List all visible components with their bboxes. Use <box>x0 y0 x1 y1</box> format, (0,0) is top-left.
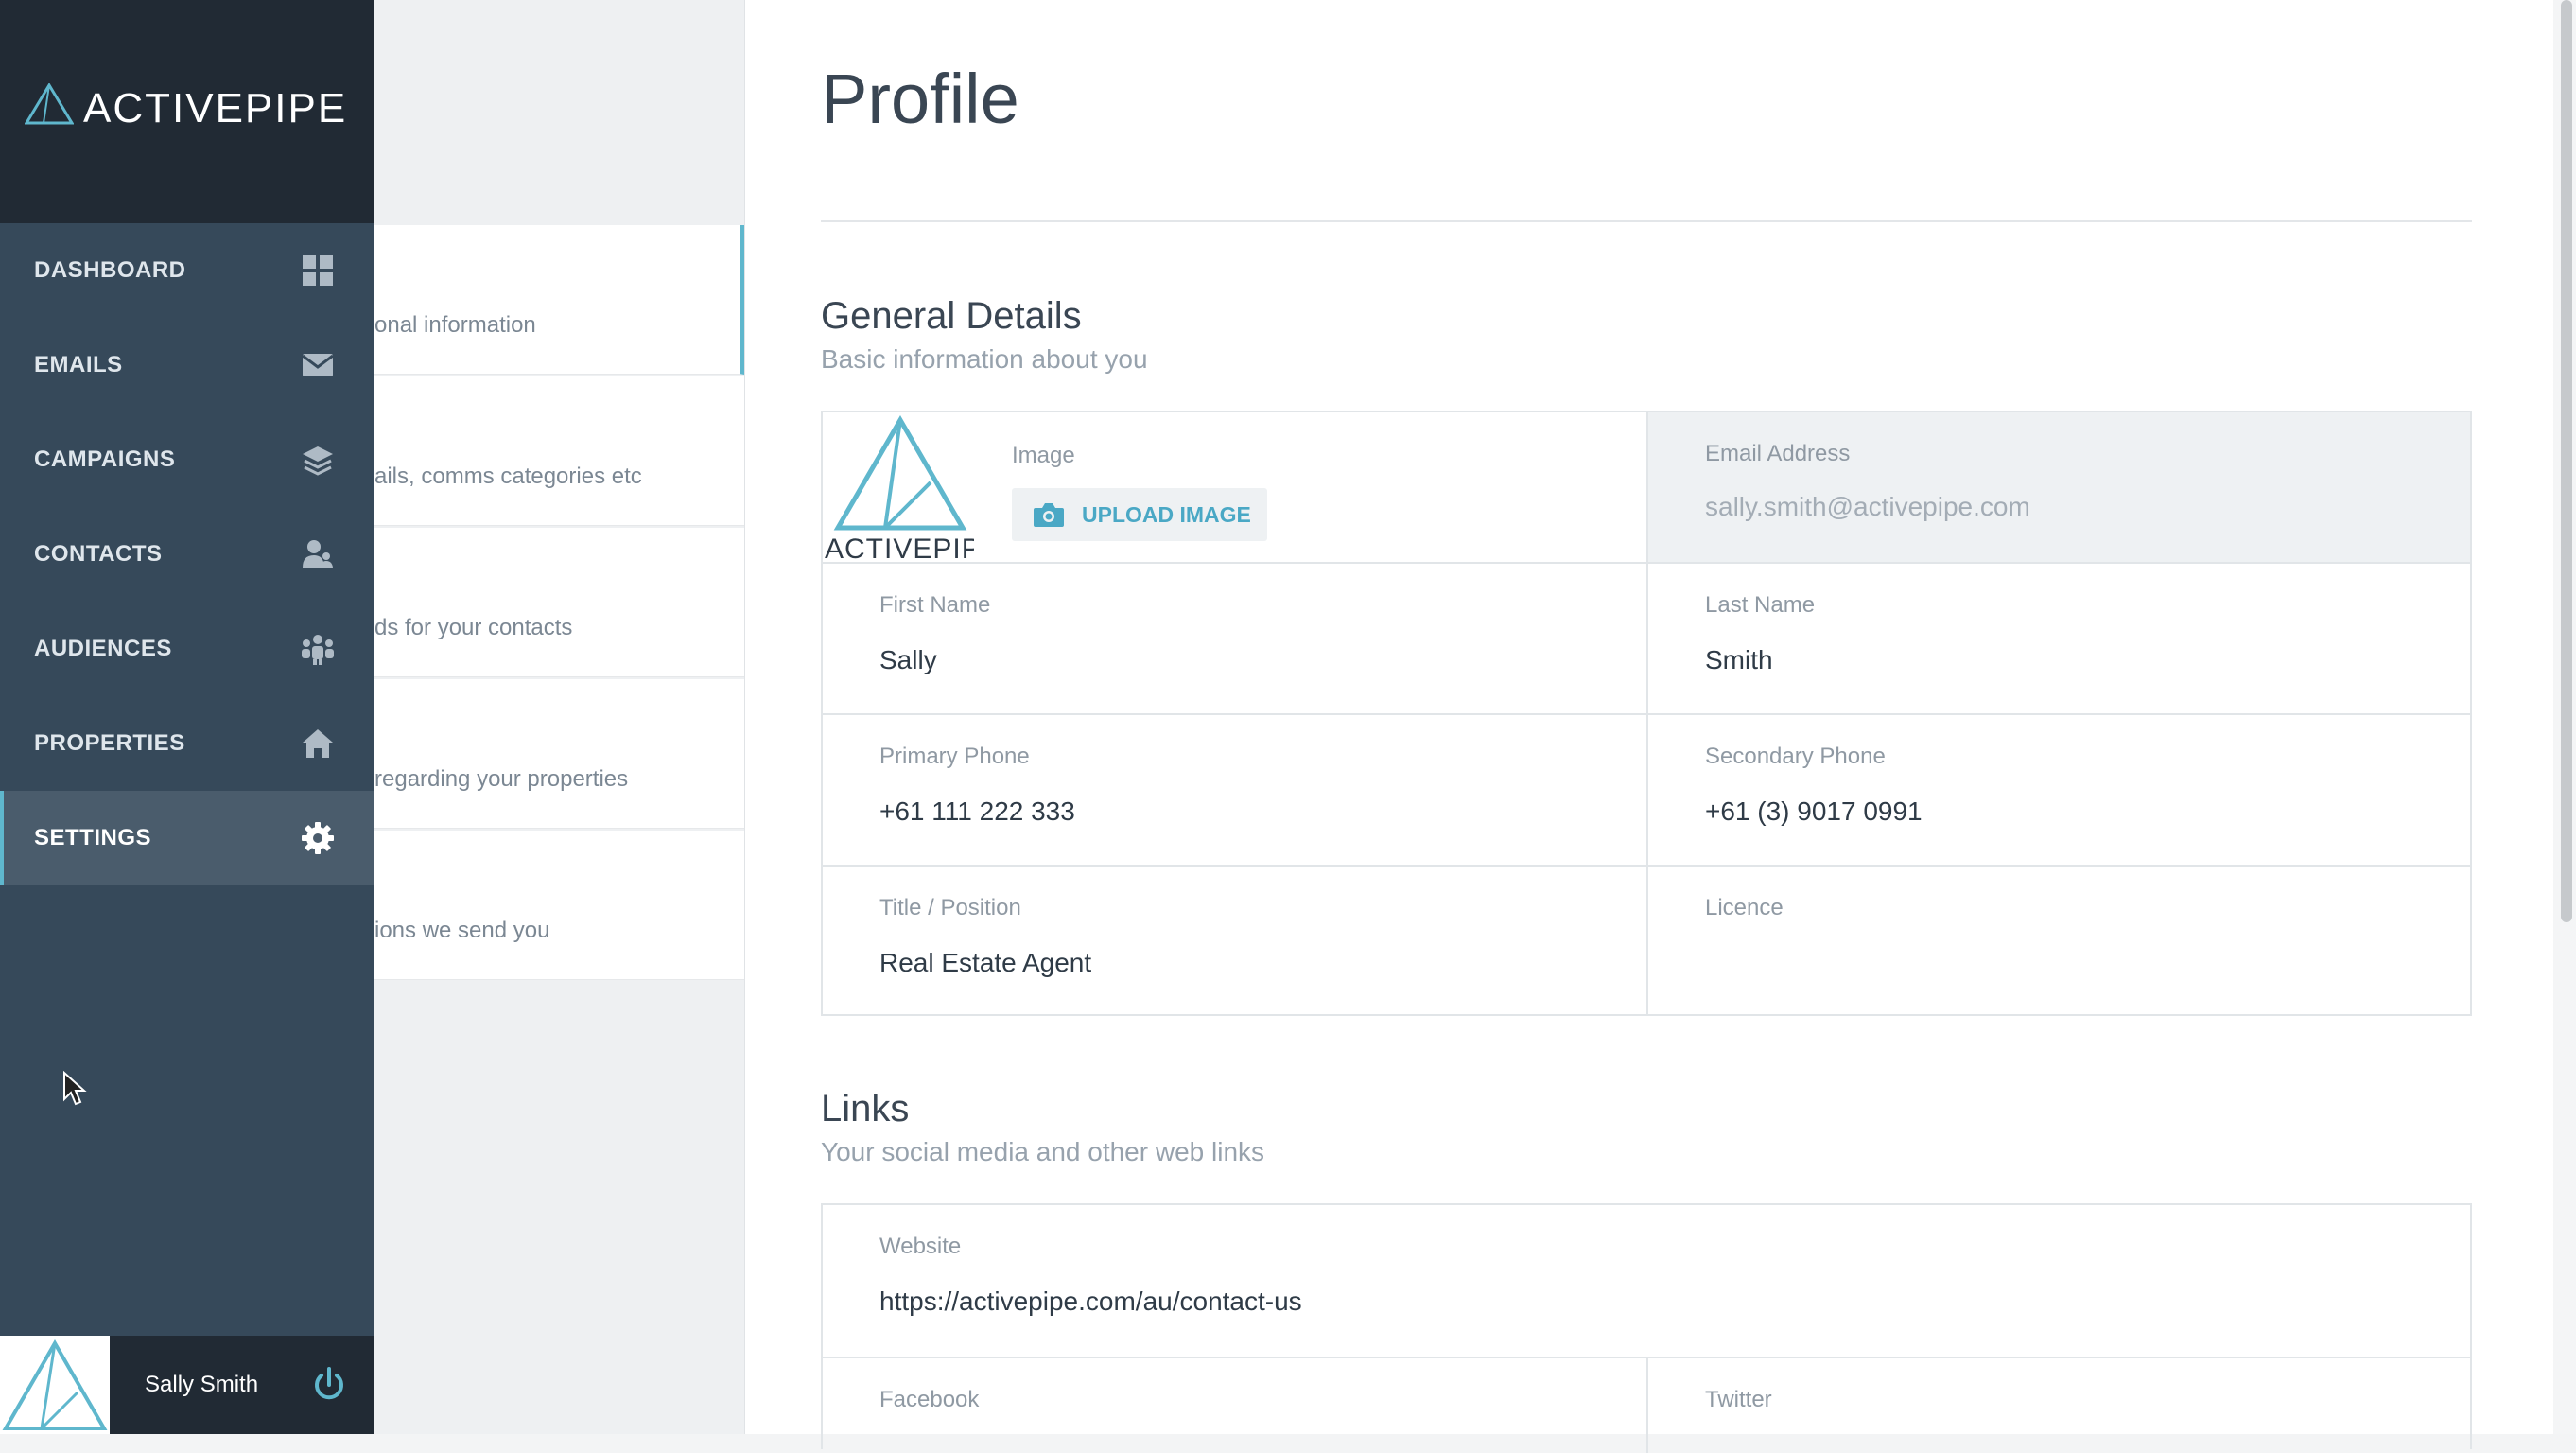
divider <box>821 220 2472 222</box>
upload-image-button[interactable]: UPLOAD IMAGE <box>1012 488 1267 541</box>
subnav-item-desc: ails, comms categories etc <box>374 464 642 489</box>
audience-icon <box>302 635 334 665</box>
scrollbar-thumb[interactable] <box>2561 0 2572 922</box>
subnav-item-contacts[interactable]: ds for your contacts <box>374 528 744 677</box>
website-field[interactable]: Website https://activepipe.com/au/contac… <box>823 1205 2470 1358</box>
links-form: Website https://activepipe.com/au/contac… <box>821 1203 2472 1453</box>
secondary-phone-field[interactable]: Secondary Phone +61 (3) 9017 0991 <box>1648 715 2470 867</box>
nav-item-contacts[interactable]: CONTACTS <box>0 507 374 602</box>
section-title-links: Links <box>821 1088 910 1129</box>
website-value[interactable]: https://activepipe.com/au/contact-us <box>879 1287 1302 1317</box>
section-subtitle-links: Your social media and other web links <box>821 1137 1265 1166</box>
profile-main: Profile General Details Basic informatio… <box>745 0 2553 1453</box>
licence-label: Licence <box>1705 895 1784 920</box>
licence-field[interactable]: Licence <box>1648 867 2470 1014</box>
page-title: Profile <box>821 60 1019 138</box>
home-icon <box>303 729 333 758</box>
gear-icon <box>302 822 334 854</box>
layers-icon <box>303 446 333 476</box>
website-label: Website <box>879 1234 962 1259</box>
subnav-item-desc: regarding your properties <box>374 766 629 792</box>
nav-label: AUDIENCES <box>34 636 172 661</box>
grid-icon <box>303 255 333 286</box>
activepipe-logo-icon <box>2 1339 108 1430</box>
subnav-item-properties[interactable]: regarding your properties <box>374 679 744 829</box>
email-field: Email Address sally.smith@activepipe.com <box>1648 412 2470 564</box>
nav-label: CAMPAIGNS <box>34 446 176 472</box>
user-bar: Sally Smith <box>0 1336 374 1434</box>
facebook-field[interactable]: Facebook <box>823 1358 1648 1453</box>
contacts-icon <box>303 540 333 568</box>
envelope-icon <box>302 354 334 376</box>
image-label: Image <box>1012 443 1075 468</box>
primary-phone-label: Primary Phone <box>879 744 1030 769</box>
upload-image-label: UPLOAD IMAGE <box>1082 501 1251 527</box>
user-name: Sally Smith <box>145 1372 259 1397</box>
twitter-field[interactable]: Twitter <box>1648 1358 2470 1453</box>
avatar[interactable] <box>0 1336 110 1434</box>
nav-label: DASHBOARD <box>34 257 186 283</box>
nav-item-settings[interactable]: SETTINGS <box>0 791 374 885</box>
nav-item-campaigns[interactable]: CAMPAIGNS <box>0 412 374 507</box>
title-position-value[interactable]: Real Estate Agent <box>879 948 1091 978</box>
subnav-item-desc: ds for your contacts <box>374 615 573 640</box>
secondary-phone-label: Secondary Phone <box>1705 744 1886 769</box>
last-name-label: Last Name <box>1705 592 1816 618</box>
svg-text:ACTIVEPIPΞ: ACTIVEPIPΞ <box>825 534 974 562</box>
section-title-general: General Details <box>821 295 1082 337</box>
nav-label: PROPERTIES <box>34 730 185 756</box>
nav-label: EMAILS <box>34 352 123 377</box>
first-name-label: First Name <box>879 592 991 618</box>
nav-item-audiences[interactable]: AUDIENCES <box>0 602 374 696</box>
activepipe-logo-icon <box>25 83 74 125</box>
nav-item-properties[interactable]: PROPERTIES <box>0 696 374 791</box>
nav-item-emails[interactable]: EMAILS <box>0 318 374 412</box>
primary-phone-field[interactable]: Primary Phone +61 111 222 333 <box>823 715 1648 867</box>
first-name-field[interactable]: First Name Sally <box>823 564 1648 715</box>
image-field: ACTIVEPIPΞ Image UPLOAD IMAGE <box>823 412 1648 564</box>
email-value: sally.smith@activepipe.com <box>1705 492 2030 521</box>
subnav-item-emails[interactable]: ails, comms categories etc <box>374 376 744 526</box>
settings-subnav: onal information ails, comms categories … <box>374 0 745 1434</box>
logo-bar: ACTIVEPIPE <box>0 0 374 223</box>
subnav-item-notifications[interactable]: ions we send you <box>374 831 744 980</box>
brand-name: ACTIVEPIPE <box>83 85 348 131</box>
email-label: Email Address <box>1705 441 1851 466</box>
facebook-label: Facebook <box>879 1387 980 1412</box>
nav-label: CONTACTS <box>34 541 163 567</box>
power-icon[interactable] <box>312 1366 346 1404</box>
first-name-value[interactable]: Sally <box>879 645 937 675</box>
general-details-form: ACTIVEPIPΞ Image UPLOAD IMAGE Email Addr… <box>821 411 2472 1016</box>
twitter-label: Twitter <box>1705 1387 1772 1412</box>
last-name-value[interactable]: Smith <box>1705 645 1773 675</box>
company-logo-icon: ACTIVEPIPΞ <box>825 415 974 562</box>
subnav-item-profile[interactable]: onal information <box>374 225 744 375</box>
camera-icon <box>1034 503 1064 527</box>
title-position-label: Title / Position <box>879 895 1021 920</box>
mouse-cursor-icon <box>63 1071 87 1106</box>
primary-phone-value[interactable]: +61 111 222 333 <box>879 797 1075 827</box>
page-scrollbar[interactable] <box>2553 0 2576 1434</box>
main-sidebar: ACTIVEPIPE DASHBOARD EMAILS CAMPAIGNS CO… <box>0 0 374 1434</box>
secondary-phone-value[interactable]: +61 (3) 9017 0991 <box>1705 797 1923 827</box>
title-position-field[interactable]: Title / Position Real Estate Agent <box>823 867 1648 1014</box>
nav-item-dashboard[interactable]: DASHBOARD <box>0 223 374 318</box>
subnav-item-desc: onal information <box>374 312 536 338</box>
last-name-field[interactable]: Last Name Smith <box>1648 564 2470 715</box>
subnav-item-desc: ions we send you <box>374 918 550 943</box>
section-subtitle-general: Basic information about you <box>821 344 1148 374</box>
nav-label: SETTINGS <box>34 825 152 850</box>
